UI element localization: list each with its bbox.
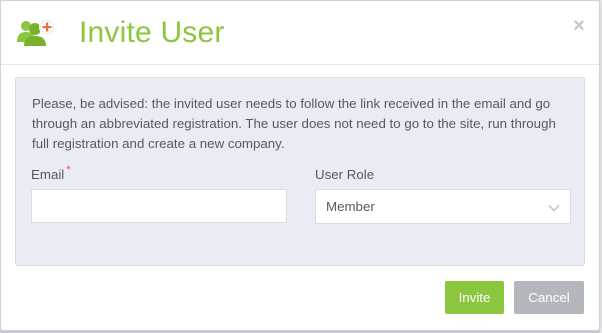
email-field[interactable]	[31, 189, 287, 223]
email-label: Email *	[31, 164, 71, 185]
chevron-down-icon	[548, 201, 560, 213]
cancel-button[interactable]: Cancel	[514, 281, 584, 314]
dialog-footer: Invite Cancel	[1, 278, 599, 330]
required-marker: *	[66, 164, 71, 176]
dialog-header: Invite User ×	[1, 1, 599, 65]
dialog-body: Please, be advised: the invited user nee…	[1, 65, 599, 278]
invite-form-panel: Please, be advised: the invited user nee…	[15, 77, 585, 266]
user-role-selected-value: Member	[326, 199, 375, 214]
user-role-label: User Role	[315, 167, 375, 182]
close-button[interactable]: ×	[569, 15, 589, 37]
dialog-title: Invite User	[79, 16, 225, 49]
users-add-icon	[15, 16, 57, 48]
invite-notice-text: Please, be advised: the invited user nee…	[32, 96, 556, 151]
user-role-select[interactable]: Member	[315, 189, 571, 224]
invite-user-dialog: Invite User × Please, be advised: the in…	[0, 0, 600, 331]
invite-button[interactable]: Invite	[445, 281, 504, 314]
email-label-text: Email	[31, 167, 65, 182]
